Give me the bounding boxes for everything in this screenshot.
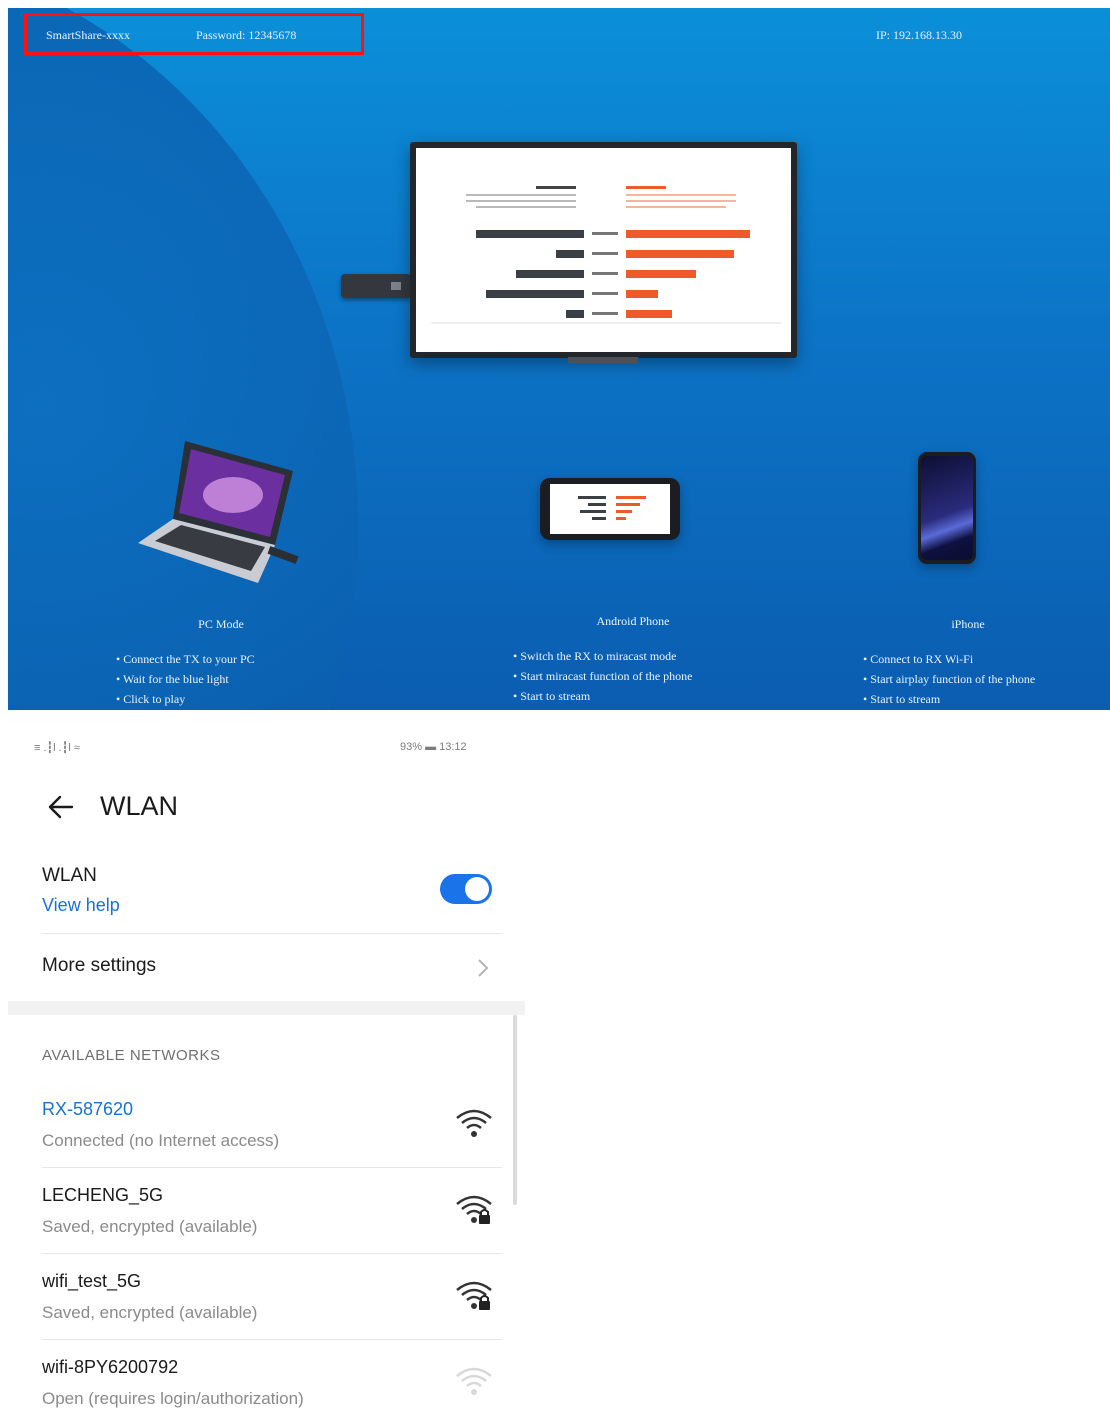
mode-title: Android Phone (596, 614, 670, 628)
available-networks-header: AVAILABLE NETWORKS (42, 1047, 221, 1064)
android-phone-icon (540, 478, 680, 540)
mode-bullet: • Click to play (116, 692, 186, 706)
android-screen-chart (578, 496, 646, 520)
ip-address-text: IP: 192.168.13.30 (876, 28, 963, 42)
wlan-toggle-switch[interactable] (440, 874, 492, 904)
android-mode-caption: Android Phone • Switch the RX to miracas… (513, 614, 753, 706)
background-arc (8, 8, 358, 710)
iphone-icon (918, 452, 976, 564)
network-status: Open (requires login/authorization) (42, 1389, 304, 1408)
wifi-signal-icon (456, 1109, 492, 1137)
more-settings-item[interactable]: More settings (42, 955, 156, 977)
section-gap (8, 1001, 525, 1015)
mode-bullet: • Start miracast function of the phone (513, 669, 693, 683)
dongle-icon (341, 274, 411, 298)
iphone-mode-caption: iPhone • Connect to RX Wi-Fi • Start air… (863, 617, 1073, 709)
network-name[interactable]: wifi_test_5G (42, 1271, 141, 1292)
pc-mode-caption: PC Mode • Connect the TX to your PC • Wa… (116, 617, 326, 709)
page-title: WLAN (100, 791, 179, 821)
password-text: Password: 12345678 (196, 28, 297, 42)
back-arrow-icon[interactable] (44, 793, 74, 821)
network-name[interactable]: RX-587620 (42, 1099, 133, 1120)
mode-title: iPhone (951, 617, 985, 631)
wifi-locked-icon (456, 1281, 492, 1310)
mode-bullet: • Wait for the blue light (116, 672, 229, 686)
mode-bullet: • Start to stream (863, 692, 941, 706)
mode-bullet: • Start to stream (513, 689, 591, 703)
scrollbar[interactable] (513, 1015, 517, 1205)
chevron-right-icon (478, 959, 489, 977)
mode-title: PC Mode (198, 617, 244, 631)
smartshare-banner: SmartShare-xxxx Password: 12345678 IP: 1… (8, 8, 1110, 710)
mode-bullet: • Switch the RX to miracast mode (513, 649, 677, 663)
mode-bullet: • Connect to RX Wi-Fi (863, 652, 974, 666)
tv-chart-illustration (431, 186, 781, 324)
network-name[interactable]: LECHENG_5G (42, 1185, 163, 1206)
network-status: Saved, encrypted (available) (42, 1303, 258, 1322)
wlan-toggle-label: WLAN (42, 865, 97, 886)
status-bar-signal: ≡ .┇l .┇l ≈ (34, 742, 80, 754)
wlan-settings-screen: ≡ .┇l .┇l ≈ 93% ▬ 13:12 WLAN WLAN View h… (8, 715, 525, 1423)
network-name[interactable]: wifi-8PY6200792 (42, 1357, 178, 1378)
divider (42, 933, 502, 934)
laptop-icon (138, 441, 299, 583)
tv-screen (416, 148, 791, 352)
ssid-text: SmartShare-xxxx (46, 28, 130, 42)
divider (42, 1253, 502, 1254)
divider (42, 1339, 502, 1340)
mode-bullet: • Start airplay function of the phone (863, 672, 1036, 686)
wifi-weak-icon (456, 1367, 492, 1395)
divider (42, 1167, 502, 1168)
tv-stand (568, 357, 638, 363)
status-bar-battery-time: 93% ▬ 13:12 (400, 741, 467, 753)
tv-icon (410, 142, 797, 358)
network-status: Connected (no Internet access) (42, 1131, 280, 1150)
wifi-locked-icon (456, 1195, 492, 1224)
network-status: Saved, encrypted (available) (42, 1217, 258, 1236)
mode-bullet: • Connect the TX to your PC (116, 652, 255, 666)
view-help-link[interactable]: View help (42, 895, 120, 916)
